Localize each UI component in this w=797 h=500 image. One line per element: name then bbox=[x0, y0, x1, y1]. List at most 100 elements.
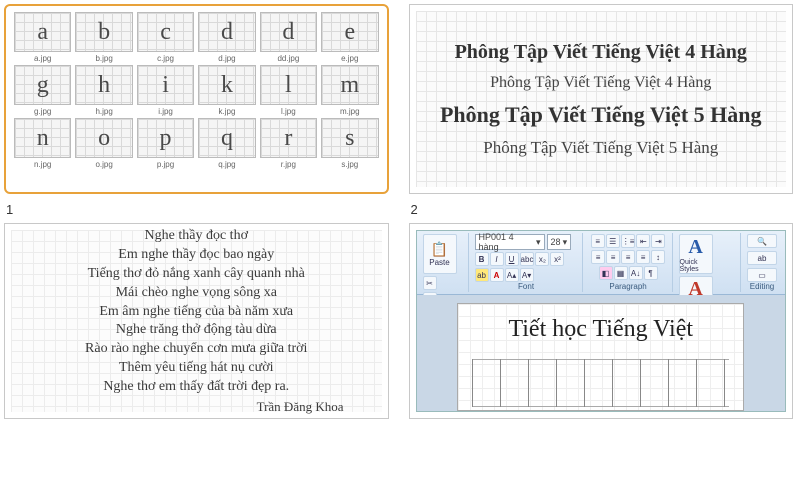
chevron-down-icon: ▾ bbox=[536, 237, 541, 248]
swatch-filename: r.jpg bbox=[281, 160, 296, 169]
letter-box: p bbox=[137, 118, 194, 158]
poem-line: Em nghe thầy đọc bao ngày bbox=[118, 246, 274, 265]
letter-swatch[interactable]: nn.jpg bbox=[14, 118, 71, 169]
poem-line: Mái chèo nghe vọng sông xa bbox=[116, 284, 277, 303]
letter-box: r bbox=[260, 118, 317, 158]
swatch-filename: g.jpg bbox=[34, 107, 51, 116]
letter-glyph: h bbox=[98, 73, 110, 97]
letter-swatch[interactable]: ddd.jpg bbox=[260, 12, 317, 63]
select-button[interactable]: ▭ bbox=[747, 268, 777, 282]
justify-button[interactable]: ≡ bbox=[636, 250, 650, 264]
letter-glyph: b bbox=[98, 20, 110, 44]
paste-label: Paste bbox=[429, 258, 449, 267]
swatch-filename: k.jpg bbox=[219, 107, 236, 116]
ribbon-group-styles: AQuick Styles AChange Styles Styles bbox=[677, 233, 741, 292]
thumbnail-3[interactable]: Nghe thầy đọc thơEm nghe thầy đọc bao ng… bbox=[4, 223, 389, 419]
font-size-select[interactable]: 28▾ bbox=[547, 234, 571, 250]
letter-swatch[interactable]: c c.jpg bbox=[137, 12, 194, 63]
group-label-font: Font bbox=[475, 282, 578, 291]
letter-swatch[interactable]: g g.jpg bbox=[14, 65, 71, 116]
letter-glyph: s bbox=[345, 126, 354, 150]
letter-swatch[interactable]: s s.jpg bbox=[321, 118, 378, 169]
superscript-button[interactable]: x² bbox=[550, 252, 564, 266]
borders-button[interactable]: ▦ bbox=[614, 266, 628, 280]
letter-swatch[interactable]: r r.jpg bbox=[260, 118, 317, 169]
letter-swatch[interactable]: ee.jpg bbox=[321, 12, 378, 63]
letter-glyph: o bbox=[98, 126, 110, 150]
letter-glyph: a bbox=[37, 20, 48, 44]
swatch-filename: h.jpg bbox=[95, 107, 112, 116]
align-center-button[interactable]: ≡ bbox=[606, 250, 620, 264]
thumbnail-1[interactable]: aa.jpg b b.jpg c c.jpg d d.jpg ddd.jpgee.jpg g g.… bbox=[4, 4, 389, 194]
replace-button[interactable]: ab bbox=[747, 251, 777, 265]
bold-button[interactable]: B bbox=[475, 252, 489, 266]
find-button[interactable]: 🔍 bbox=[747, 234, 777, 248]
indent-dec-button[interactable]: ⇤ bbox=[636, 234, 650, 248]
underline-button[interactable]: U bbox=[505, 252, 519, 266]
cursor-icon: ▭ bbox=[758, 271, 766, 280]
letter-box: a bbox=[14, 12, 71, 52]
letter-swatch[interactable]: pp.jpg bbox=[137, 118, 194, 169]
letter-box: c bbox=[137, 12, 194, 52]
bullets-button[interactable]: ≡ bbox=[591, 234, 605, 248]
letter-swatch[interactable]: mm.jpg bbox=[321, 65, 378, 116]
letter-glyph: c bbox=[160, 20, 171, 44]
writing-guide-lines bbox=[472, 359, 729, 407]
find-icon: 🔍 bbox=[757, 237, 767, 246]
letter-glyph: d bbox=[221, 20, 233, 44]
letter-box: g bbox=[14, 65, 71, 105]
align-left-button[interactable]: ≡ bbox=[591, 250, 605, 264]
font-color-button[interactable]: A bbox=[490, 268, 504, 282]
subscript-button[interactable]: x₂ bbox=[535, 252, 549, 266]
paste-button[interactable]: 📋 Paste bbox=[423, 234, 457, 274]
letter-box: d bbox=[198, 12, 255, 52]
cut-button[interactable]: ✂ bbox=[423, 276, 437, 290]
styles-icon: A bbox=[688, 236, 702, 259]
letter-glyph: m bbox=[340, 73, 359, 97]
font-size-value: 28 bbox=[551, 237, 561, 247]
sample-line-4: Phông Tập Viết Tiếng Việt 5 Hàng bbox=[483, 138, 718, 158]
letter-swatch[interactable]: ll.jpg bbox=[260, 65, 317, 116]
swatch-filename: c.jpg bbox=[157, 54, 174, 63]
ribbon-group-clipboard: 📋 Paste ✂ ⧉ 🖌 Clipboard bbox=[421, 233, 469, 292]
letter-box: h bbox=[75, 65, 132, 105]
indent-inc-button[interactable]: ⇥ bbox=[651, 234, 665, 248]
multilevel-button[interactable]: ⋮≡ bbox=[621, 234, 636, 248]
swatch-filename: b.jpg bbox=[95, 54, 112, 63]
ribbon-group-paragraph: ≡ ☰ ⋮≡ ⇤ ⇥ ≡ ≡ ≡ ≡ ↕ bbox=[587, 233, 673, 292]
quick-styles-button[interactable]: AQuick Styles bbox=[679, 234, 713, 274]
letter-glyph: g bbox=[37, 73, 49, 97]
swatch-filename: d.jpg bbox=[218, 54, 235, 63]
swatch-filename: e.jpg bbox=[341, 54, 358, 63]
clipboard-icon: 📋 bbox=[431, 241, 448, 258]
letter-swatch[interactable]: kk.jpg bbox=[198, 65, 255, 116]
thumbnail-4[interactable]: 📋 Paste ✂ ⧉ 🖌 Clipboard bbox=[409, 223, 794, 419]
align-right-button[interactable]: ≡ bbox=[621, 250, 635, 264]
letter-swatch[interactable]: qq.jpg bbox=[198, 118, 255, 169]
poem-author: Trần Đăng Khoa bbox=[257, 399, 374, 415]
font-name-select[interactable]: HP001 4 hàng▾ bbox=[475, 234, 545, 250]
sort-button[interactable]: A↓ bbox=[629, 266, 643, 280]
poem-line: Thêm yêu tiếng hát nụ cười bbox=[119, 359, 274, 378]
highlight-button[interactable]: ab bbox=[475, 268, 489, 282]
poem-paper: Nghe thầy đọc thơEm nghe thầy đọc bao ng… bbox=[11, 230, 382, 412]
swatch-filename: s.jpg bbox=[341, 160, 358, 169]
letter-swatch[interactable]: b b.jpg bbox=[75, 12, 132, 63]
group-label-paragraph: Paragraph bbox=[589, 282, 668, 291]
italic-button[interactable]: I bbox=[490, 252, 504, 266]
ribbon: 📋 Paste ✂ ⧉ 🖌 Clipboard bbox=[417, 231, 786, 295]
line-spacing-button[interactable]: ↕ bbox=[651, 250, 665, 264]
numbering-button[interactable]: ☰ bbox=[606, 234, 620, 248]
letter-swatch[interactable]: aa.jpg bbox=[14, 12, 71, 63]
shrink-font-button[interactable]: A▾ bbox=[520, 268, 534, 282]
show-marks-button[interactable]: ¶ bbox=[644, 266, 658, 280]
letter-swatch[interactable]: h h.jpg bbox=[75, 65, 132, 116]
letter-box: i bbox=[137, 65, 194, 105]
shading-button[interactable]: ◧ bbox=[599, 266, 613, 280]
thumbnail-2[interactable]: Phông Tập Viết Tiếng Việt 4 Hàng Phông T… bbox=[409, 4, 794, 194]
strike-button[interactable]: abc bbox=[520, 252, 535, 266]
letter-swatch[interactable]: oo.jpg bbox=[75, 118, 132, 169]
letter-swatch[interactable]: ii.jpg bbox=[137, 65, 194, 116]
grow-font-button[interactable]: A▴ bbox=[505, 268, 519, 282]
letter-swatch[interactable]: d d.jpg bbox=[198, 12, 255, 63]
